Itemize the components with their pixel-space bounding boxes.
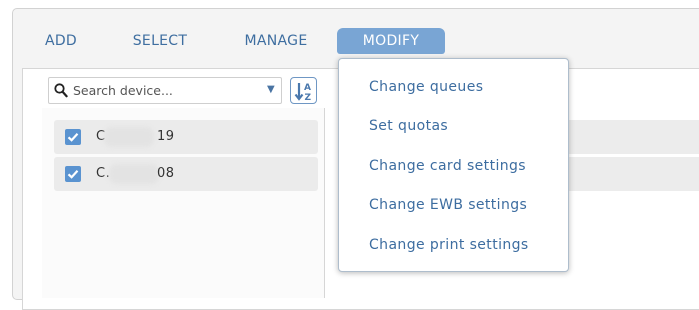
menu-item-change-print-settings[interactable]: Change print settings bbox=[369, 237, 529, 253]
checkbox-checked-icon[interactable] bbox=[65, 129, 81, 145]
modify-dropdown-menu: Change queues Set quotas Change card set… bbox=[338, 58, 569, 272]
sort-az-button[interactable]: A Z bbox=[290, 77, 317, 104]
tab-modify[interactable]: MODIFY bbox=[337, 28, 445, 54]
svg-text:Z: Z bbox=[305, 93, 312, 103]
device-row[interactable]: C. 08 bbox=[54, 157, 318, 191]
right-row bbox=[560, 120, 699, 154]
search-device-combobox[interactable]: ▼ bbox=[48, 77, 282, 104]
tab-select[interactable]: SELECT bbox=[129, 28, 191, 54]
search-input[interactable] bbox=[73, 81, 253, 100]
redacted-text bbox=[109, 164, 159, 184]
sort-az-icon: A Z bbox=[294, 83, 312, 103]
tab-add[interactable]: ADD bbox=[42, 28, 80, 54]
checkbox-checked-icon[interactable] bbox=[65, 166, 81, 182]
tab-manage[interactable]: MANAGE bbox=[241, 28, 311, 54]
chevron-down-icon[interactable]: ▼ bbox=[267, 84, 275, 95]
svg-text:A: A bbox=[304, 83, 311, 93]
menu-item-change-queues[interactable]: Change queues bbox=[369, 79, 483, 95]
redacted-text bbox=[104, 127, 154, 147]
search-icon bbox=[54, 83, 68, 102]
menu-item-change-card-settings[interactable]: Change card settings bbox=[369, 158, 526, 174]
device-name-suffix: 19 bbox=[157, 129, 175, 144]
menu-item-set-quotas[interactable]: Set quotas bbox=[369, 118, 448, 134]
right-row bbox=[560, 157, 699, 191]
device-name-suffix: 08 bbox=[157, 166, 175, 181]
device-row[interactable]: C 19 bbox=[54, 120, 318, 154]
menu-item-change-ewb-settings[interactable]: Change EWB settings bbox=[369, 197, 527, 213]
